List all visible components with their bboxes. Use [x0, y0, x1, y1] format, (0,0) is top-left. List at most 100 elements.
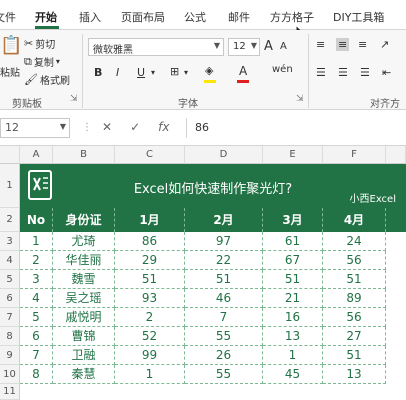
- table-cell[interactable]: 26: [185, 346, 263, 365]
- fill-color-icon[interactable]: ◈: [205, 64, 213, 77]
- row-header-11[interactable]: 11: [0, 384, 20, 400]
- table-cell[interactable]: 13: [263, 327, 323, 346]
- font-color-icon[interactable]: A: [239, 64, 247, 78]
- table-cell[interactable]: 2: [20, 251, 53, 270]
- table-cell[interactable]: 51: [323, 346, 386, 365]
- table-cell[interactable]: 卫融: [53, 346, 115, 365]
- header-cell-apr[interactable]: 4月: [323, 208, 386, 232]
- align-bottom-icon[interactable]: ≡: [358, 38, 367, 51]
- table-cell[interactable]: 89: [323, 289, 386, 308]
- table-cell[interactable]: 7: [185, 308, 263, 327]
- row-header-3[interactable]: 3: [0, 232, 20, 251]
- table-cell[interactable]: 55: [185, 365, 263, 384]
- tab-file[interactable]: 文件: [0, 9, 16, 25]
- table-cell[interactable]: 21: [263, 289, 323, 308]
- row-header-10[interactable]: 10: [0, 365, 20, 384]
- tab-fangfang[interactable]: 方方格子: [270, 9, 314, 25]
- cut-button[interactable]: ✂ 剪切: [24, 36, 55, 51]
- table-cell[interactable]: 戚悦明: [53, 308, 115, 327]
- tab-insert[interactable]: 插入: [79, 9, 101, 25]
- table-cell[interactable]: 7: [20, 346, 53, 365]
- table-cell[interactable]: 3: [20, 270, 53, 289]
- formula-input[interactable]: 86: [186, 118, 406, 138]
- row-header-8[interactable]: 8: [0, 327, 20, 346]
- row-header-5[interactable]: 5: [0, 270, 20, 289]
- table-cell[interactable]: 45: [263, 365, 323, 384]
- paste-button[interactable]: 粘贴: [0, 64, 20, 79]
- row-header-7[interactable]: 7: [0, 308, 20, 327]
- table-cell[interactable]: 24: [323, 232, 386, 251]
- select-all-corner[interactable]: [0, 146, 20, 164]
- column-header-a[interactable]: A: [20, 146, 53, 164]
- tab-diy-toolbox[interactable]: DIY工具箱: [333, 9, 384, 25]
- table-cell[interactable]: 29: [115, 251, 185, 270]
- table-cell[interactable]: 16: [263, 308, 323, 327]
- shrink-font-button[interactable]: A: [280, 41, 287, 52]
- chevron-down-icon[interactable]: ▾: [151, 68, 155, 77]
- row-header-6[interactable]: 6: [0, 289, 20, 308]
- table-cell[interactable]: 55: [185, 327, 263, 346]
- table-cell[interactable]: 魏雪: [53, 270, 115, 289]
- column-header-b[interactable]: B: [53, 146, 115, 164]
- align-center-icon[interactable]: ☰: [338, 66, 348, 79]
- align-top-icon[interactable]: ≡: [316, 38, 325, 51]
- table-cell[interactable]: 99: [115, 346, 185, 365]
- table-cell[interactable]: 6: [20, 327, 53, 346]
- font-size-select[interactable]: 12 ▼: [228, 38, 260, 56]
- row-header-4[interactable]: 4: [0, 251, 20, 270]
- format-painter-button[interactable]: 🖌 格式刷: [24, 72, 70, 87]
- table-cell[interactable]: 5: [20, 308, 53, 327]
- table-cell[interactable]: 51: [185, 270, 263, 289]
- column-header-g[interactable]: [386, 146, 406, 164]
- copy-button[interactable]: ⧉ 复制 ▾: [24, 54, 60, 69]
- name-box[interactable]: 12 ▼: [0, 118, 70, 138]
- row-header-2[interactable]: 2: [0, 208, 20, 232]
- tab-page-layout[interactable]: 页面布局: [121, 9, 165, 25]
- table-cell[interactable]: 2: [115, 308, 185, 327]
- table-cell[interactable]: 秦慧: [53, 365, 115, 384]
- clipboard-launcher-icon[interactable]: ⇲: [70, 94, 78, 104]
- grow-font-button[interactable]: A: [264, 39, 273, 54]
- column-header-d[interactable]: D: [185, 146, 263, 164]
- table-cell[interactable]: 51: [115, 270, 185, 289]
- row-header-9[interactable]: 9: [0, 346, 20, 365]
- table-cell[interactable]: 尤琦: [53, 232, 115, 251]
- table-cell[interactable]: 1: [20, 232, 53, 251]
- font-name-select[interactable]: 微软雅黑 ▼: [88, 38, 224, 56]
- column-header-e[interactable]: E: [263, 146, 323, 164]
- tab-home[interactable]: 开始: [35, 9, 57, 25]
- table-cell[interactable]: 1: [115, 365, 185, 384]
- cancel-icon[interactable]: ✕: [102, 120, 112, 134]
- header-cell-no[interactable]: No: [20, 208, 53, 232]
- header-cell-jan[interactable]: 1月: [115, 208, 185, 232]
- header-cell-id[interactable]: 身份证: [53, 208, 115, 232]
- paste-icon[interactable]: 📋: [0, 37, 22, 55]
- underline-button[interactable]: U: [137, 66, 145, 79]
- header-cell-mar[interactable]: 3月: [263, 208, 323, 232]
- header-cell-feb[interactable]: 2月: [185, 208, 263, 232]
- confirm-icon[interactable]: ✓: [130, 120, 140, 134]
- table-cell[interactable]: 曹锦: [53, 327, 115, 346]
- orientation-icon[interactable]: ↗: [380, 38, 389, 51]
- table-cell[interactable]: 51: [263, 270, 323, 289]
- tab-formulas[interactable]: 公式: [184, 9, 206, 25]
- table-cell[interactable]: 13: [323, 365, 386, 384]
- table-cell[interactable]: 61: [263, 232, 323, 251]
- table-cell[interactable]: 93: [115, 289, 185, 308]
- insert-function-button[interactable]: fx: [158, 120, 169, 134]
- bold-button[interactable]: B: [94, 66, 102, 79]
- table-cell[interactable]: 4: [20, 289, 53, 308]
- table-cell[interactable]: 华佳丽: [53, 251, 115, 270]
- table-cell[interactable]: 51: [323, 270, 386, 289]
- row-header-1[interactable]: 1: [0, 164, 20, 208]
- column-header-f[interactable]: F: [323, 146, 386, 164]
- indent-icon[interactable]: ⇤: [382, 66, 391, 79]
- worksheet-grid[interactable]: A B C D E F 1 2 3 4 5 6 7 8 9 10 11 Exce…: [0, 146, 406, 400]
- align-left-icon[interactable]: ☰: [316, 66, 326, 79]
- border-icon[interactable]: ⊞: [170, 65, 179, 78]
- italic-button[interactable]: I: [116, 66, 119, 79]
- chevron-down-icon[interactable]: ▾: [184, 68, 188, 77]
- table-cell[interactable]: 1: [263, 346, 323, 365]
- table-cell[interactable]: 52: [115, 327, 185, 346]
- table-cell[interactable]: 27: [323, 327, 386, 346]
